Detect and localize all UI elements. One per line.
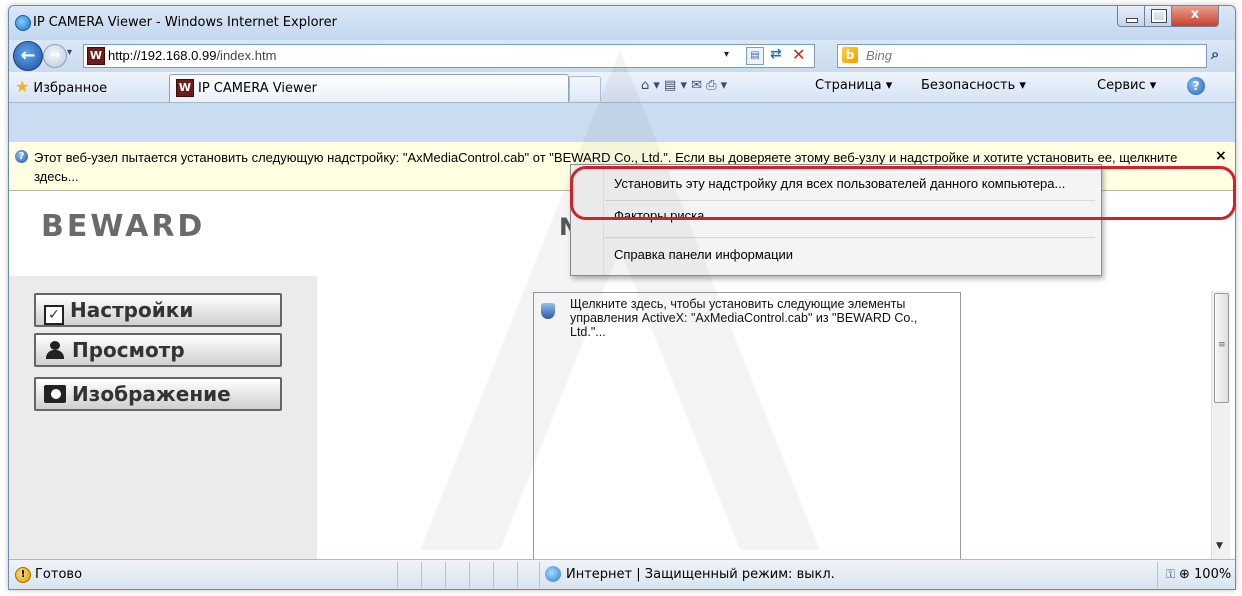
- settings-button[interactable]: ✓ Настройки: [34, 293, 282, 327]
- scrollbar-thumb[interactable]: ≡: [1214, 293, 1229, 403]
- status-text: Готово: [35, 567, 83, 582]
- forward-button[interactable]: →: [43, 44, 67, 68]
- safety-menu[interactable]: Безопасность ▾: [921, 78, 1026, 93]
- maximize-button[interactable]: [1144, 6, 1172, 27]
- view-button[interactable]: Просмотр: [34, 333, 282, 367]
- command-bar: ★ Избранное W IP CAMERA Viewer ⌂ ▾ ▤ ▾ ✉ …: [9, 72, 1235, 103]
- activex-message[interactable]: Щелкните здесь, чтобы установить следующ…: [570, 297, 955, 339]
- status-divider: [445, 562, 446, 588]
- security-lock-icon[interactable]: ⚿: [1166, 567, 1175, 582]
- status-divider: [469, 562, 470, 588]
- ie-logo-icon: [15, 15, 31, 31]
- compatibility-view-icon[interactable]: ▤: [746, 47, 764, 65]
- scroll-grip-icon: ≡: [1218, 340, 1226, 350]
- search-placeholder: Bing: [866, 48, 893, 63]
- image-button[interactable]: Изображение: [34, 377, 282, 411]
- window-title: IP CAMERA Viewer - Windows Internet Expl…: [33, 15, 337, 30]
- tab-ip-camera-viewer[interactable]: W IP CAMERA Viewer: [169, 74, 569, 102]
- activex-placeholder[interactable]: Щелкните здесь, чтобы установить следующ…: [533, 292, 961, 561]
- status-divider: [1157, 562, 1158, 588]
- home-feeds-mail-print-icons[interactable]: ⌂ ▾ ▤ ▾ ✉ ⎙ ▾: [641, 78, 727, 93]
- address-dropdown[interactable]: ▾: [724, 49, 729, 60]
- status-divider: [539, 562, 540, 588]
- stop-icon[interactable]: ✕: [792, 45, 805, 64]
- view-label: Просмотр: [72, 338, 185, 362]
- minimize-button[interactable]: [1117, 6, 1145, 27]
- info-shield-icon: ?: [15, 150, 28, 163]
- refresh-icon[interactable]: ⇄: [770, 46, 782, 62]
- search-box[interactable]: b Bing: [837, 44, 1207, 68]
- beward-logo: BEWARD: [41, 209, 206, 244]
- person-icon: [44, 341, 66, 359]
- warning-icon: !: [15, 567, 31, 583]
- scroll-down-arrow[interactable]: ▼: [1216, 541, 1223, 551]
- new-tab-button[interactable]: [569, 76, 601, 101]
- address-bar[interactable]: W http://192.168.0.99/index.htm ▾ ▤ ⇄ ✕: [83, 44, 815, 68]
- title-bar[interactable]: IP CAMERA Viewer - Windows Internet Expl…: [9, 6, 1235, 40]
- status-bar: ! Готово Интернет | Защищенный режим: вы…: [9, 559, 1235, 589]
- status-divider: [421, 562, 422, 588]
- favorites-button[interactable]: ★ Избранное: [15, 75, 107, 99]
- security-zone-text[interactable]: Интернет | Защищенный режим: выкл.: [566, 567, 835, 582]
- url-host: http://192.168.0.99: [108, 48, 217, 63]
- internet-zone-icon: [545, 566, 561, 582]
- status-divider: [493, 562, 494, 588]
- menu-separator: [605, 237, 1095, 238]
- menu-item-infobar-help[interactable]: Справка панели информации: [614, 247, 793, 262]
- tab-label: IP CAMERA Viewer: [198, 81, 317, 96]
- bing-logo-icon: b: [842, 47, 858, 63]
- checkbox-icon: ✓: [44, 305, 64, 325]
- status-divider: [517, 562, 518, 588]
- zoom-level[interactable]: ⊕ 100%: [1179, 567, 1231, 582]
- close-window-button[interactable]: x: [1171, 6, 1219, 27]
- page-menu[interactable]: Страница ▾: [815, 78, 892, 93]
- favorites-label: Избранное: [33, 81, 108, 96]
- tools-menu[interactable]: Сервис ▾: [1097, 78, 1156, 93]
- maximize-icon: [1151, 9, 1167, 23]
- url-text[interactable]: http://192.168.0.99/index.htm: [108, 48, 276, 63]
- site-favicon-icon: W: [87, 47, 105, 65]
- status-divider: [397, 562, 398, 588]
- camera-icon: [44, 385, 66, 403]
- search-icon[interactable]: ⌕: [1211, 45, 1219, 63]
- infobar-close-button[interactable]: ×: [1215, 148, 1227, 164]
- tab-favicon-icon: W: [176, 79, 194, 97]
- navigation-bar: ← → ▾ W http://192.168.0.99/index.htm ▾ …: [9, 40, 1235, 72]
- favorites-star-icon: ★: [15, 77, 30, 96]
- back-button[interactable]: ←: [13, 41, 43, 71]
- security-shield-icon: [541, 303, 555, 319]
- settings-label: Настройки: [70, 298, 194, 322]
- vertical-scrollbar[interactable]: ≡ ▼: [1211, 291, 1230, 559]
- image-label: Изображение: [72, 382, 231, 406]
- help-icon[interactable]: ?: [1187, 77, 1205, 95]
- minimize-icon: [1126, 18, 1138, 23]
- annotation-highlight-ring: [570, 166, 1236, 220]
- browser-window: IP CAMERA Viewer - Windows Internet Expl…: [8, 5, 1236, 590]
- recent-pages-dropdown[interactable]: ▾: [67, 47, 72, 58]
- url-path: /index.htm: [216, 48, 277, 63]
